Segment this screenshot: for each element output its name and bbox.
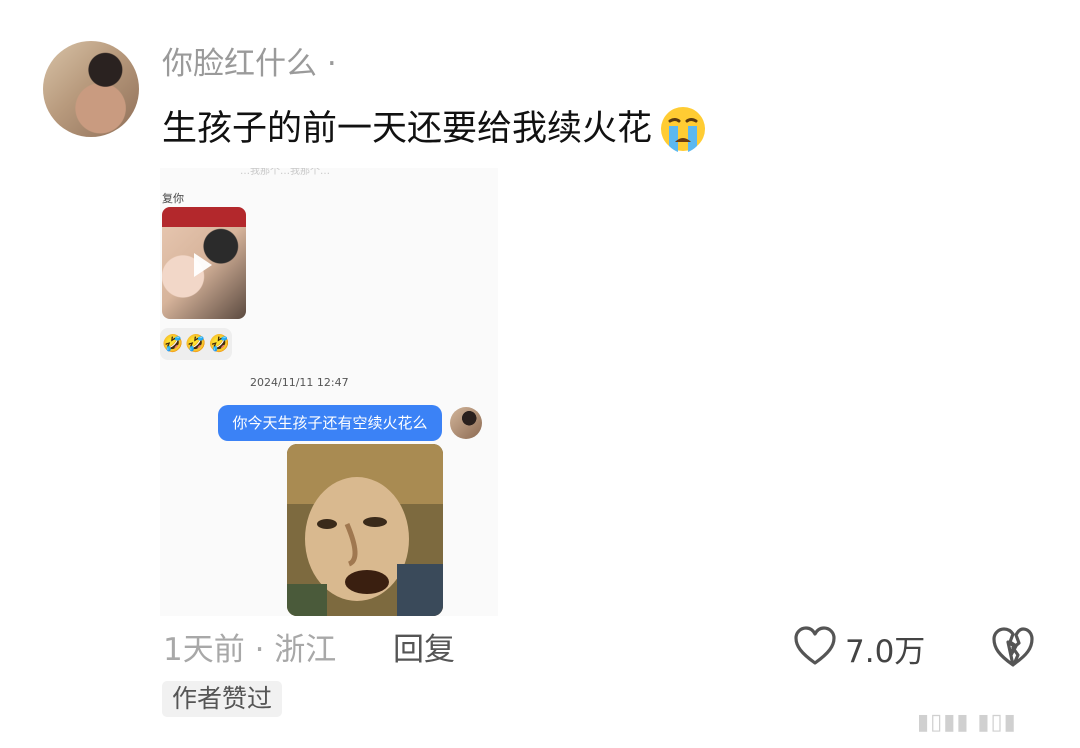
reply-button[interactable]: 回复 [393,628,455,672]
play-icon[interactable] [194,253,212,277]
sticker-image [287,444,443,616]
comment-body: 生孩子的前一天还要给我续火花 [162,109,653,149]
comment-text: 生孩子的前一天还要给我续火花 [162,104,708,154]
dislike-button[interactable] [990,626,1036,670]
watermark: ▮▯▮▮ ▮▯▮ [917,710,1017,735]
sent-message-bubble: 你今天生孩子还有空续火花么 [218,405,442,441]
reply-quote-label: 复你 [162,192,184,205]
rofl-emoji: 🤣 [162,333,184,354]
loudly-crying-face-icon [658,104,708,154]
like-count: 7.0万 [845,633,926,670]
author-liked-badge: 作者赞过 [162,681,283,717]
cutoff-text: …我那个…我那个… [240,168,330,177]
comment-meta: 1天前 · 浙江 [163,632,337,668]
video-thumbnail[interactable] [162,207,246,319]
user-avatar[interactable] [43,41,139,137]
rofl-emoji: 🤣 [208,333,230,354]
rofl-emoji: 🤣 [185,333,207,354]
message-timestamp: 2024/11/11 12:47 [250,376,349,389]
comment-username[interactable]: 你脸红什么 · [162,44,337,84]
sender-avatar [450,407,482,439]
broken-heart-icon[interactable] [990,627,1036,672]
emoji-message: 🤣 🤣 🤣 [160,328,232,360]
heart-outline-icon[interactable] [793,626,837,670]
chat-screenshot-image[interactable]: …我那个…我那个… 复你 🤣 🤣 🤣 2024/11/11 12:47 你今天生… [160,168,498,616]
like-button[interactable]: 7.0万 [793,626,925,670]
